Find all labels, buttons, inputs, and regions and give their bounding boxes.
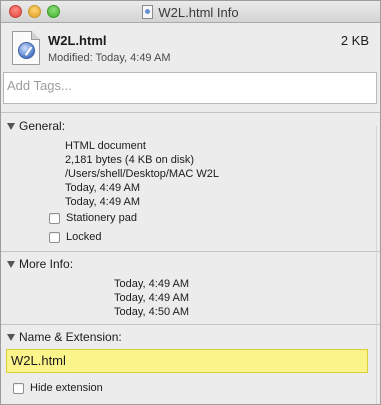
section-name-extension-toggle[interactable]: Name & Extension: <box>7 330 122 344</box>
section-general-toggle[interactable]: General: <box>7 119 65 133</box>
disclosure-triangle-icon[interactable] <box>7 333 15 341</box>
size-value: 2,181 bytes (4 KB on disk) <box>65 154 195 166</box>
hide-extension-option[interactable]: Hide extension <box>13 381 103 395</box>
locked-checkbox[interactable] <box>49 231 60 243</box>
name-field[interactable]: W2L.html <box>6 349 368 373</box>
hide-extension-label[interactable]: Hide extension <box>30 382 103 394</box>
section-more-info-toggle[interactable]: More Info: <box>7 257 73 271</box>
where-value: /Users/shell/Desktop/MAC W2L <box>65 168 220 180</box>
window-title-group: W2L.html Info <box>1 1 380 23</box>
content-created-value: Today, 4:49 AM <box>114 278 190 290</box>
window-title: W2L.html Info <box>158 4 239 20</box>
disclosure-triangle-icon[interactable] <box>7 260 15 268</box>
header-modified: Modified: Today, 4:49 AM <box>48 52 171 64</box>
stationery-pad-label[interactable]: Stationery pad <box>66 212 137 224</box>
section-name-extension-label: Name & Extension: <box>19 330 122 344</box>
file-name: W2L.html <box>48 33 107 48</box>
file-size: 2 KB <box>340 33 369 48</box>
section-more-info-label: More Info: <box>19 257 74 271</box>
html-document-mini-icon <box>142 5 154 19</box>
created-value: Today, 4:49 AM <box>65 182 141 194</box>
file-header: W2L.html 2 KB Modified: Today, 4:49 AM <box>1 24 380 72</box>
kind-value: HTML document <box>65 140 146 152</box>
section-general-label: General: <box>19 119 66 133</box>
disclosure-triangle-icon[interactable] <box>7 122 15 130</box>
locked-label[interactable]: Locked <box>66 231 101 243</box>
locked-option[interactable]: Locked <box>49 230 101 244</box>
divider <box>1 251 380 252</box>
tags-input[interactable]: Add Tags... <box>3 72 377 104</box>
stationery-pad-checkbox[interactable] <box>49 212 60 224</box>
content-modified-value: Today, 4:49 AM <box>114 292 190 304</box>
safari-globe-icon <box>18 42 35 59</box>
stationery-pad-option[interactable]: Stationery pad <box>49 211 137 225</box>
last-opened-value: Today, 4:50 AM <box>114 306 190 318</box>
divider <box>1 112 380 113</box>
info-window: W2L.html Info W2L.html 2 KB Modified: To… <box>0 0 381 405</box>
hide-extension-checkbox[interactable] <box>13 382 24 394</box>
html-document-icon <box>12 31 40 65</box>
title-bar[interactable]: W2L.html Info <box>1 1 380 23</box>
scrollbar-track[interactable] <box>376 126 379 404</box>
modified-value: Today, 4:49 AM <box>65 196 141 208</box>
divider <box>1 324 380 325</box>
